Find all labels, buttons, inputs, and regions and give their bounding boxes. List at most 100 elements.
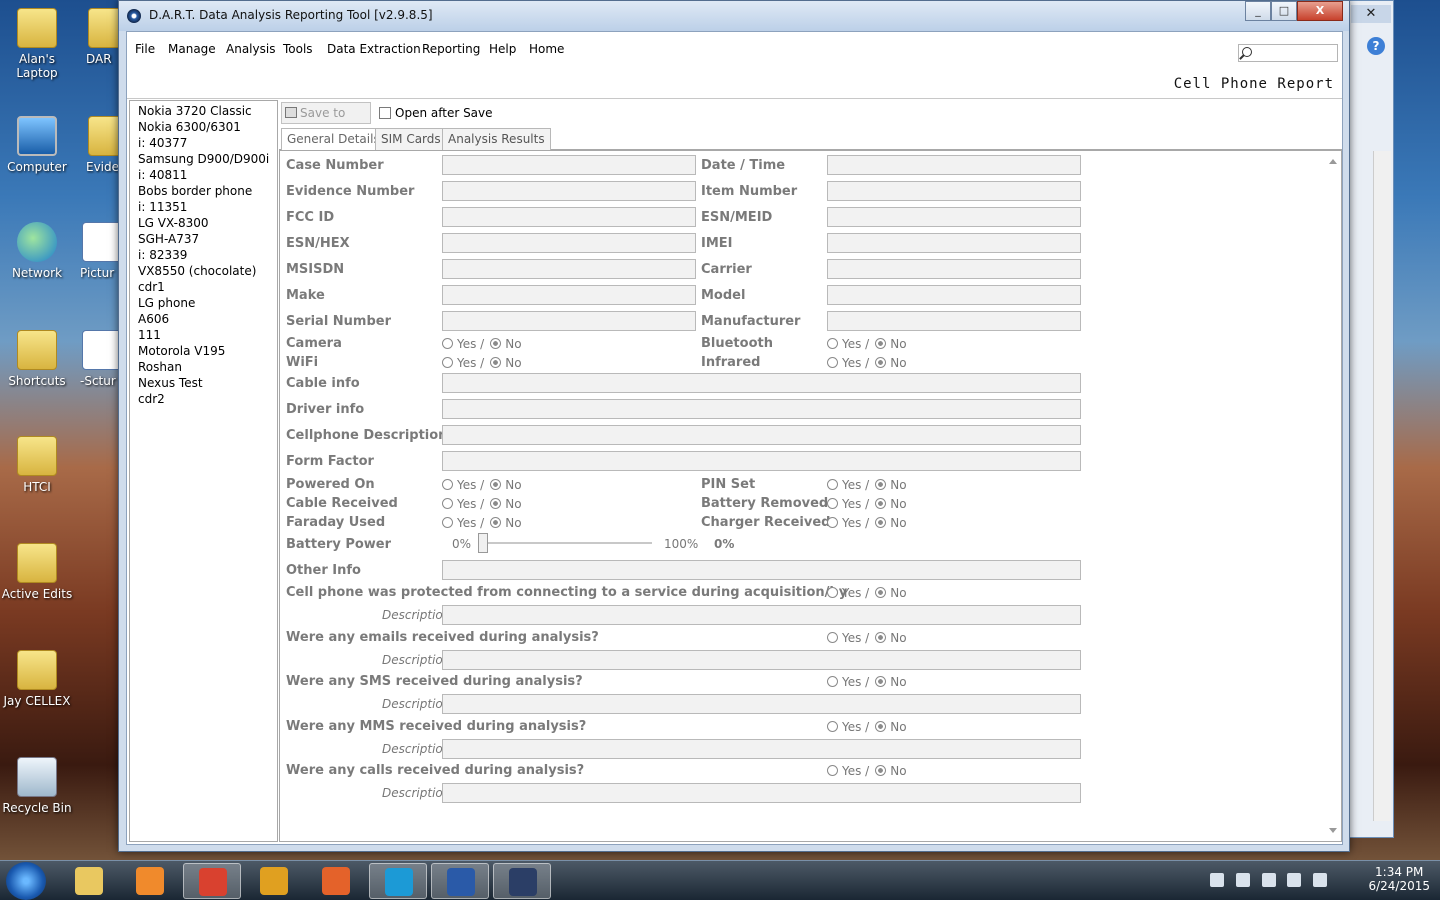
yes-radio[interactable]: [442, 517, 453, 528]
open-after-save-checkbox[interactable]: Open after Save: [379, 106, 493, 120]
clock[interactable]: 1:34 PM 6/24/2015: [1368, 865, 1430, 893]
network-tray-icon[interactable]: [1287, 873, 1302, 887]
menu-home[interactable]: Home: [529, 42, 564, 56]
menu-reporting[interactable]: Reporting: [422, 42, 480, 56]
yes-radio[interactable]: [442, 357, 453, 368]
yes-radio[interactable]: [827, 517, 838, 528]
yes-radio[interactable]: [827, 357, 838, 368]
tray-icon[interactable]: [1261, 873, 1276, 887]
no-radio[interactable]: [490, 498, 502, 509]
desktop-icon[interactable]: Pictur and fo: [80, 222, 118, 280]
no-radio[interactable]: [490, 517, 502, 528]
background-close-button[interactable]: ✕: [1351, 5, 1391, 23]
desktop-icon[interactable]: -Sctur and fo: [80, 330, 118, 388]
no-radio[interactable]: [875, 676, 887, 687]
taskbar-app-button[interactable]: chrome-icon: [183, 863, 241, 899]
no-radio[interactable]: [490, 479, 502, 490]
description-field[interactable]: [442, 605, 1081, 625]
battery-slider[interactable]: [456, 533, 666, 553]
device-list-item[interactable]: Bobs border phone: [138, 183, 269, 199]
text-field[interactable]: [442, 259, 696, 279]
device-list-item[interactable]: LG phone: [138, 295, 269, 311]
text-field[interactable]: [827, 181, 1081, 201]
menu-help[interactable]: Help: [489, 42, 516, 56]
device-list-item[interactable]: LG VX-8300: [138, 215, 269, 231]
start-button[interactable]: [6, 862, 46, 900]
text-field[interactable]: [442, 207, 696, 227]
tab-sim-cards[interactable]: SIM Cards: [375, 128, 447, 150]
text-field[interactable]: [827, 233, 1081, 253]
yes-radio[interactable]: [827, 676, 838, 687]
device-list-item[interactable]: Roshan: [138, 359, 269, 375]
description-field[interactable]: [442, 738, 1081, 759]
device-list-item[interactable]: i: 82339: [138, 247, 269, 263]
yes-radio[interactable]: [827, 498, 838, 509]
yes-radio[interactable]: [827, 479, 838, 490]
device-list-item[interactable]: 111: [138, 327, 269, 343]
device-list-item[interactable]: cdr1: [138, 279, 269, 295]
description-field[interactable]: [442, 783, 1081, 803]
slider-thumb[interactable]: [478, 533, 488, 553]
scroll-down-icon[interactable]: [1329, 828, 1337, 833]
yes-radio[interactable]: [442, 338, 453, 349]
taskbar-app-button[interactable]: firefox-icon: [307, 863, 365, 899]
text-field[interactable]: [442, 451, 1081, 471]
no-radio[interactable]: [875, 720, 887, 732]
yes-radio[interactable]: [442, 498, 453, 509]
tab-analysis-results[interactable]: Analysis Results: [442, 128, 551, 150]
device-list-item[interactable]: Samsung D900/D900i: [138, 151, 269, 167]
desktop-icon[interactable]: folder-icon HTCI: [0, 436, 74, 494]
device-list-item[interactable]: Nexus Test: [138, 375, 269, 391]
menu-tools[interactable]: Tools: [283, 42, 313, 56]
text-field[interactable]: [442, 399, 1081, 419]
device-list-item[interactable]: i: 40377: [138, 135, 269, 151]
text-field[interactable]: [442, 155, 696, 175]
desktop-icon[interactable]: recycle-bin-icon Recycle Bin: [0, 757, 74, 815]
device-list-item[interactable]: VX8550 (chocolate): [138, 263, 269, 279]
maximize-button[interactable]: □: [1271, 1, 1297, 21]
taskbar-app-button[interactable]: word-icon: [431, 863, 489, 899]
close-button[interactable]: X: [1297, 1, 1343, 21]
no-radio[interactable]: [875, 357, 887, 368]
text-field[interactable]: [827, 259, 1081, 279]
no-radio[interactable]: [875, 765, 887, 776]
text-field[interactable]: [827, 311, 1081, 331]
minimize-button[interactable]: _: [1245, 1, 1271, 21]
tray-icon[interactable]: [1235, 873, 1250, 887]
yes-radio[interactable]: [827, 338, 838, 349]
no-radio[interactable]: [875, 338, 887, 349]
device-list[interactable]: Nokia 3720 Classic Nokia 6300/6301 i: 4037…: [129, 100, 278, 842]
no-radio[interactable]: [875, 498, 887, 509]
title-bar[interactable]: D.A.R.T. Data Analysis Reporting Tool [v…: [119, 1, 1349, 31]
device-list-item[interactable]: Nokia 3720 Classic: [138, 103, 269, 119]
text-field[interactable]: [442, 425, 1081, 445]
yes-radio[interactable]: [827, 631, 838, 643]
text-field[interactable]: [827, 207, 1081, 227]
device-list-item[interactable]: cdr2: [138, 391, 269, 407]
taskbar-app-button[interactable]: skype-icon: [369, 863, 427, 899]
tab-general-details[interactable]: General Details: [281, 128, 386, 151]
device-list-item[interactable]: A606: [138, 311, 269, 327]
menu-manage[interactable]: Manage: [168, 42, 216, 56]
desktop-icon[interactable]: folder-icon Shortcuts: [0, 330, 74, 388]
background-scrollbar[interactable]: [1373, 151, 1391, 821]
no-radio[interactable]: [875, 587, 887, 598]
form-scrollbar[interactable]: [1325, 151, 1341, 841]
no-radio[interactable]: [875, 517, 887, 528]
yes-radio[interactable]: [442, 479, 453, 490]
help-icon[interactable]: ?: [1367, 37, 1385, 55]
taskbar-app-button[interactable]: apps-icon: [245, 863, 303, 899]
menu-analysis[interactable]: Analysis: [226, 42, 275, 56]
text-field[interactable]: [442, 560, 1081, 580]
device-list-item[interactable]: Nokia 6300/6301: [138, 119, 269, 135]
text-field[interactable]: [827, 155, 1081, 175]
yes-radio[interactable]: [827, 720, 838, 732]
no-radio[interactable]: [875, 631, 887, 643]
search-input[interactable]: [1238, 44, 1338, 62]
taskbar-app-button[interactable]: explorer-icon: [60, 863, 118, 899]
no-radio[interactable]: [490, 357, 502, 368]
no-radio[interactable]: [490, 338, 502, 349]
menu-file[interactable]: File: [135, 42, 155, 56]
text-field[interactable]: [442, 373, 1081, 393]
device-list-item[interactable]: i: 40811: [138, 167, 269, 183]
